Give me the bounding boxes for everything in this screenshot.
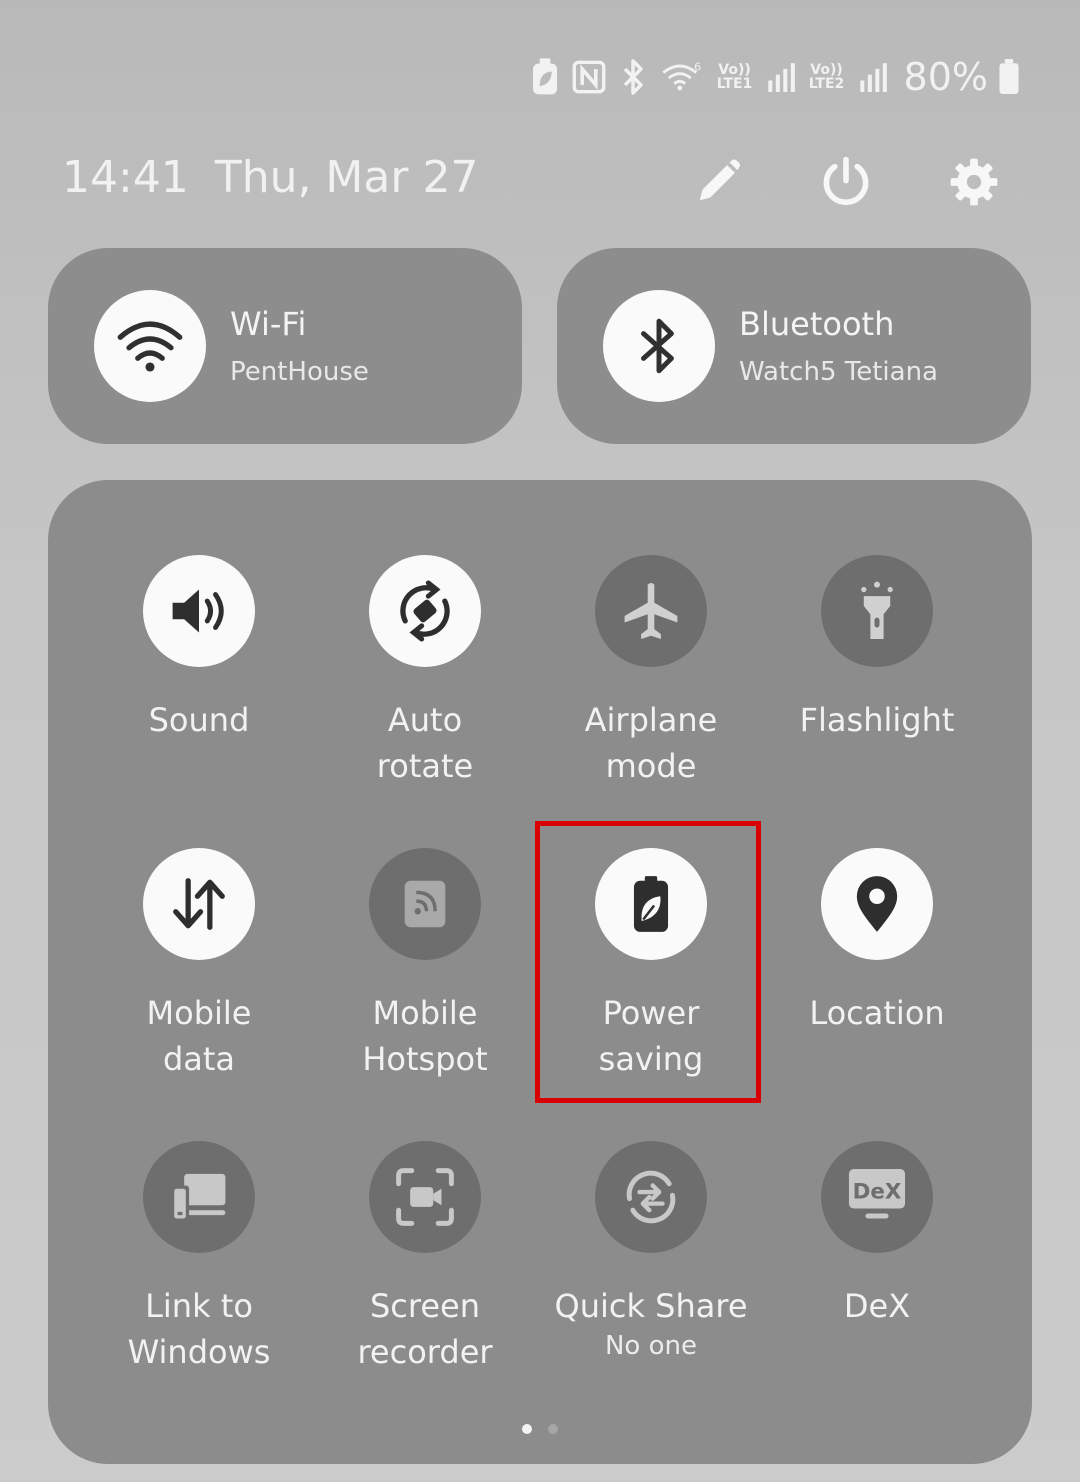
wifi-6-icon: 6	[660, 57, 704, 97]
tile-screen-recorder[interactable]: Screen recorder	[312, 1141, 538, 1375]
datetime: 14:41 Thu, Mar 27	[62, 152, 478, 203]
clock-date: Thu, Mar 27	[214, 152, 479, 203]
auto-rotate-icon[interactable]	[369, 555, 481, 667]
bluetooth-tile[interactable]: Bluetooth Watch5 Tetiana	[557, 248, 1031, 444]
settings-icon[interactable]	[946, 152, 1002, 212]
clock-time: 14:41	[62, 152, 189, 203]
tile-label: Mobile data	[146, 994, 252, 1078]
tile-sound[interactable]: Sound	[86, 555, 312, 743]
tile-label: Mobile Hotspot	[362, 994, 488, 1078]
link-to-windows-icon[interactable]	[143, 1141, 255, 1253]
tile-auto-rotate[interactable]: Auto rotate	[312, 555, 538, 789]
mobile-data-icon[interactable]	[143, 848, 255, 960]
hotspot-icon[interactable]	[369, 848, 481, 960]
tile-quick-share[interactable]: Quick Share No one	[538, 1141, 764, 1361]
tile-label: DeX	[843, 1287, 911, 1325]
tile-label: Link to Windows	[127, 1287, 271, 1371]
tile-label: Screen recorder	[357, 1287, 493, 1371]
signal-icon	[766, 57, 796, 97]
status-bar: 6 Vo)) LTE1 Vo)) LTE2 80%	[528, 52, 1020, 102]
edit-icon[interactable]	[690, 152, 746, 212]
highlight-box	[535, 821, 761, 1103]
wifi-icon[interactable]	[94, 290, 206, 402]
volte-lte1-label: Vo)) LTE1	[716, 62, 753, 92]
page-dot-active[interactable]	[522, 1424, 532, 1434]
tile-label: Flashlight	[799, 701, 955, 739]
power-icon[interactable]	[818, 152, 874, 212]
tile-label: Location	[809, 994, 945, 1032]
tile-label: Airplane mode	[584, 701, 718, 785]
dex-icon[interactable]: DeX	[821, 1141, 933, 1253]
signal-icon	[858, 57, 888, 97]
battery-percentage: 80%	[903, 55, 988, 99]
battery-saver-icon	[528, 57, 562, 97]
tile-dex[interactable]: DeX DeX	[764, 1141, 990, 1329]
bluetooth-tile-title: Bluetooth	[739, 305, 895, 343]
tile-location[interactable]: Location	[764, 848, 990, 1036]
wifi-tile-title: Wi-Fi	[230, 305, 307, 343]
svg-text:6: 6	[694, 60, 701, 73]
tile-label: Auto rotate	[376, 701, 474, 785]
tile-label: Sound	[148, 701, 250, 739]
nfc-icon	[572, 57, 606, 97]
sound-icon[interactable]	[143, 555, 255, 667]
flashlight-icon[interactable]	[821, 555, 933, 667]
airplane-icon[interactable]	[595, 555, 707, 667]
battery-icon	[998, 59, 1020, 95]
quick-share-icon[interactable]	[595, 1141, 707, 1253]
tile-airplane-mode[interactable]: Airplane mode	[538, 555, 764, 789]
wifi-tile-network: PentHouse	[230, 357, 369, 387]
bluetooth-tile-device: Watch5 Tetiana	[739, 357, 938, 387]
wifi-tile[interactable]: Wi-Fi PentHouse	[48, 248, 522, 444]
tile-flashlight[interactable]: Flashlight	[764, 555, 990, 743]
volte-lte2-label: Vo)) LTE2	[808, 62, 845, 92]
bluetooth-icon	[616, 57, 650, 97]
dex-icon-text: DeX	[853, 1180, 902, 1205]
page-dot[interactable]	[548, 1424, 558, 1434]
tile-mobile-hotspot[interactable]: Mobile Hotspot	[312, 848, 538, 1082]
screen-recorder-icon[interactable]	[369, 1141, 481, 1253]
tile-mobile-data[interactable]: Mobile data	[86, 848, 312, 1082]
tile-label: Quick Share	[554, 1287, 748, 1325]
tile-sublabel: No one	[604, 1331, 697, 1361]
bluetooth-icon[interactable]	[603, 290, 715, 402]
location-icon[interactable]	[821, 848, 933, 960]
header-actions	[690, 152, 1002, 212]
page-indicator	[0, 1424, 1080, 1434]
tile-link-to-windows[interactable]: Link to Windows	[86, 1141, 312, 1375]
